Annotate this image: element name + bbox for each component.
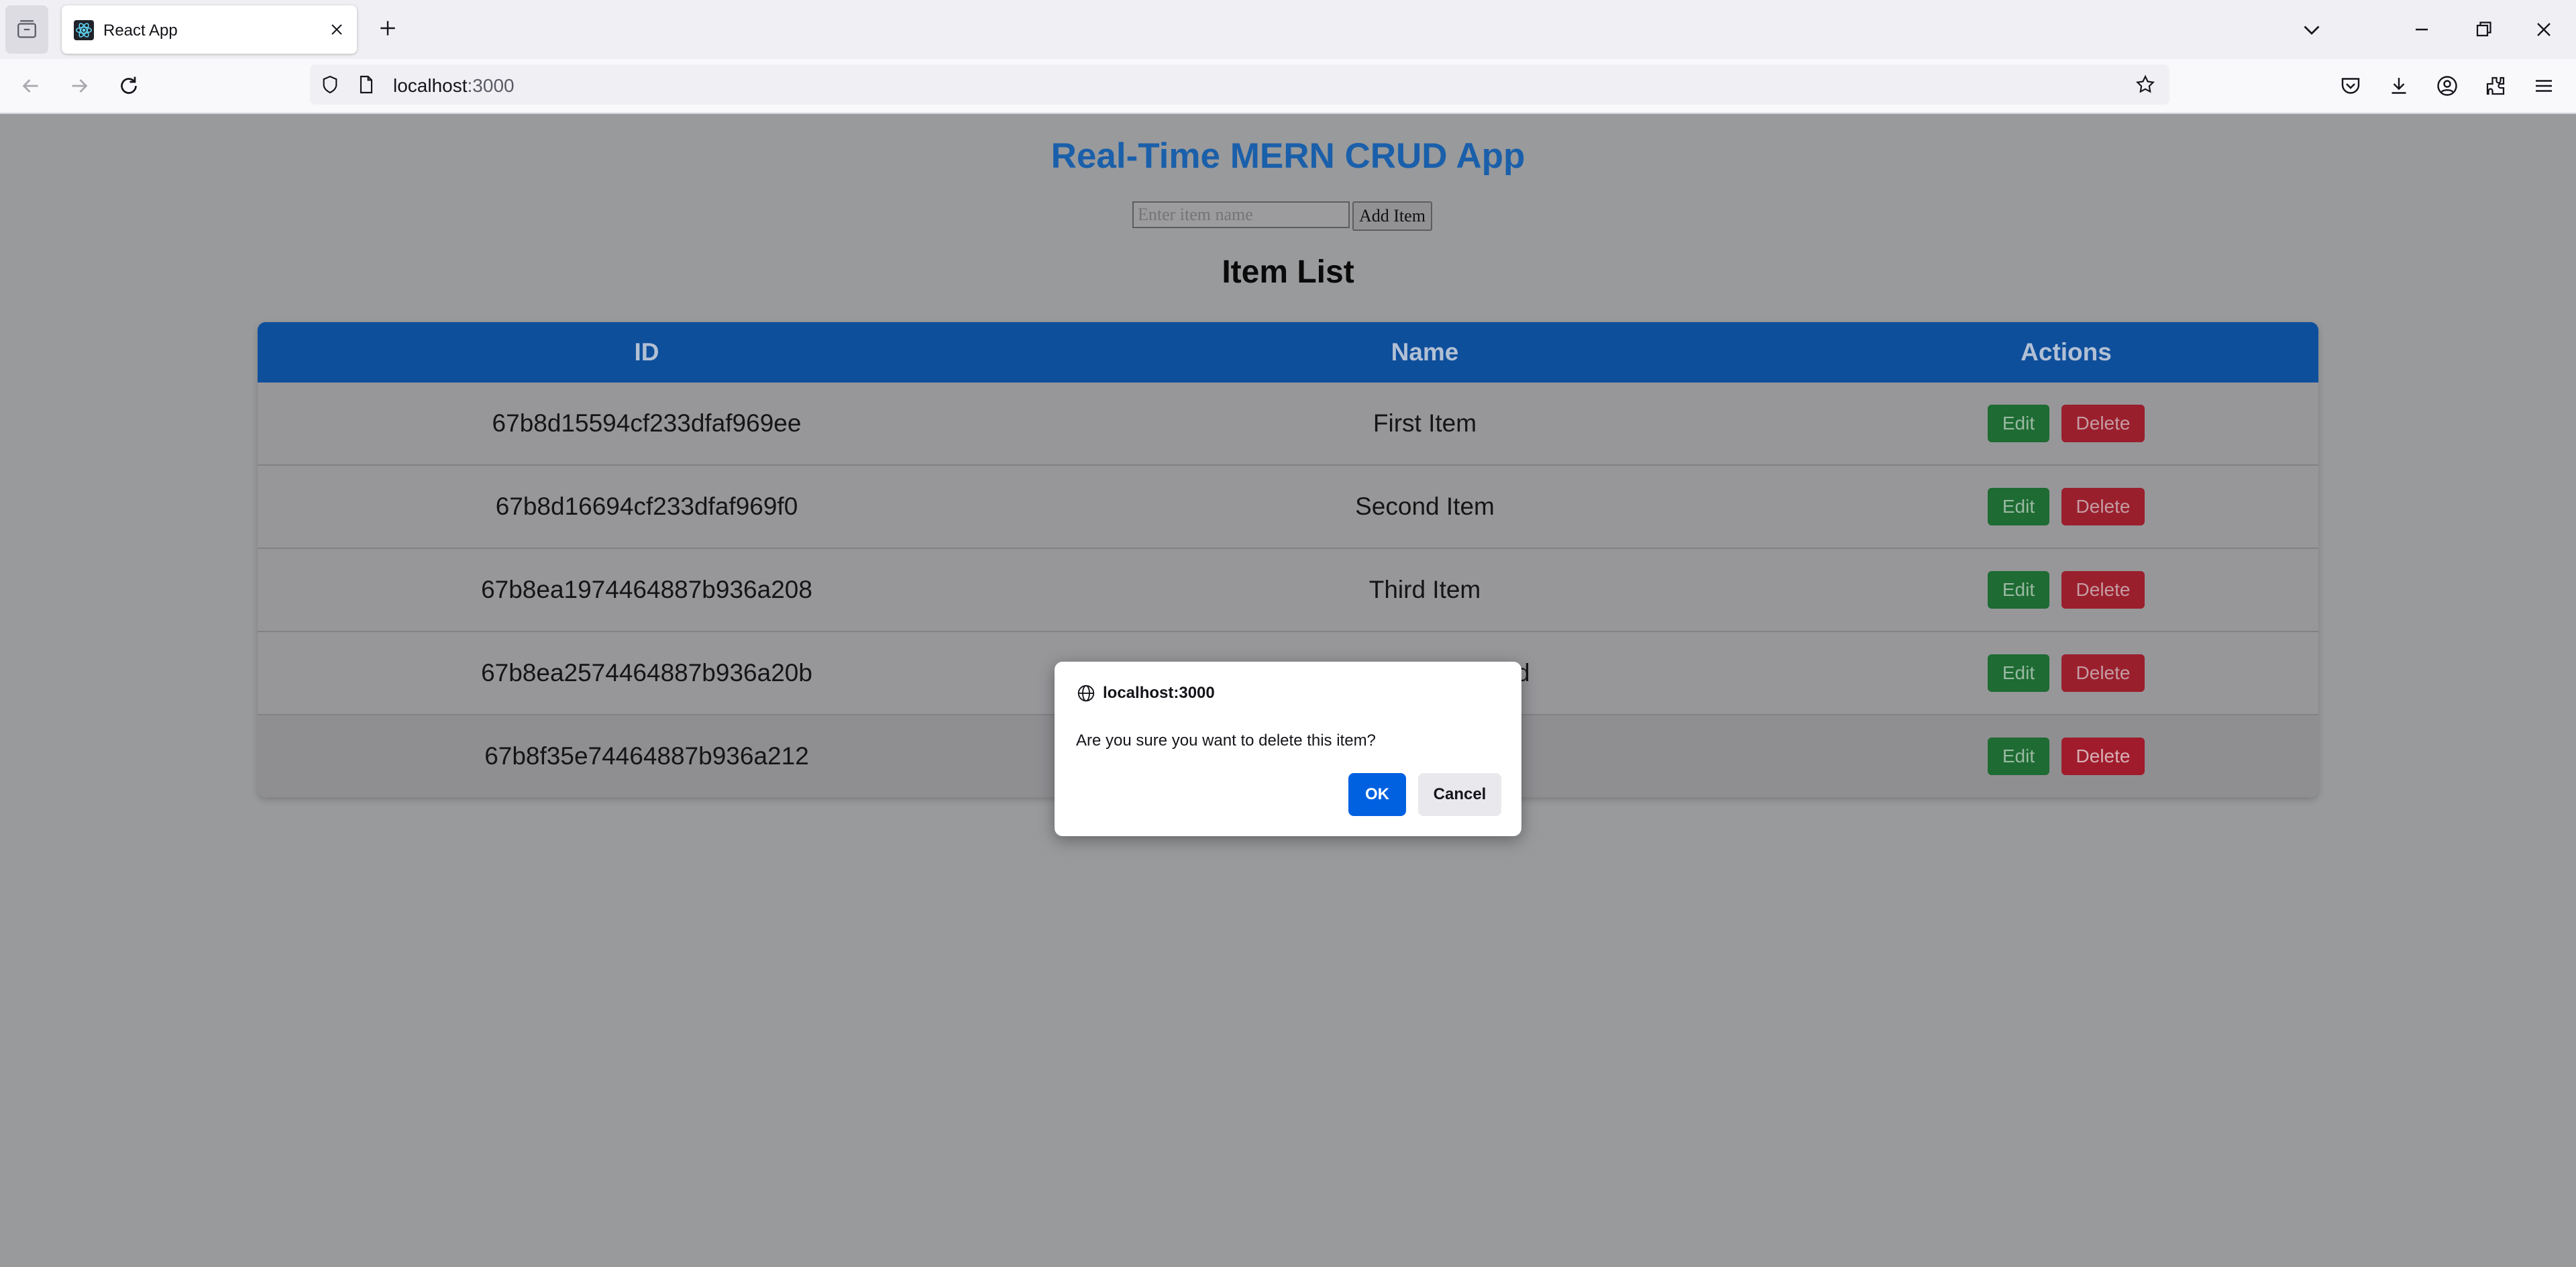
row-id: 67b8d16694cf233dfaf969f0 <box>495 493 798 520</box>
tab-list-icon <box>17 20 36 38</box>
item-list-title: Item List <box>1222 254 1354 290</box>
tab-list-button[interactable] <box>5 5 48 54</box>
browser-tab-bar: React App <box>0 0 2576 59</box>
tab-title: React App <box>103 21 178 40</box>
row-name: Third Item <box>1368 576 1481 603</box>
navigation-toolbar: localhost:3000 <box>0 59 2576 114</box>
app-title: Real-Time MERN CRUD App <box>1051 136 1525 176</box>
bookmark-star-icon[interactable] <box>2135 74 2156 95</box>
edit-button[interactable]: Edit <box>1988 654 2049 692</box>
delete-button[interactable]: Delete <box>2061 738 2145 775</box>
row-id: 67b8ea1974464887b936a208 <box>481 576 812 603</box>
url-text: localhost:3000 <box>393 75 515 97</box>
url-bar[interactable]: localhost:3000 <box>310 64 2169 105</box>
header-name: Name <box>1391 338 1459 366</box>
row-actions: Edit Delete <box>1814 654 2318 692</box>
row-actions: Edit Delete <box>1814 738 2318 775</box>
header-id: ID <box>634 338 659 366</box>
row-id: 67b8d15594cf233dfaf969ee <box>492 409 802 437</box>
close-window-icon[interactable] <box>2532 17 2556 42</box>
cancel-button[interactable]: Cancel <box>1418 773 1501 816</box>
ok-button[interactable]: OK <box>1348 773 1406 816</box>
tab-react-app[interactable]: React App <box>62 5 357 54</box>
delete-button[interactable]: Delete <box>2061 488 2145 525</box>
minimize-icon[interactable] <box>2410 17 2434 42</box>
row-id: 67b8ea2574464887b936a20b <box>481 659 812 687</box>
row-actions: Edit Delete <box>1814 488 2318 525</box>
shield-icon[interactable] <box>319 74 341 95</box>
delete-button[interactable]: Delete <box>2061 405 2145 442</box>
row-name: First Item <box>1373 409 1477 437</box>
row-actions: Edit Delete <box>1814 405 2318 442</box>
edit-button[interactable]: Edit <box>1988 405 2049 442</box>
table-row: 67b8d15594cf233dfaf969ee First Item Edit… <box>258 383 2318 466</box>
item-name-input[interactable] <box>1132 201 1350 228</box>
edit-button[interactable]: Edit <box>1988 571 2049 609</box>
back-arrow-icon[interactable] <box>19 74 43 98</box>
table-header: ID Name Actions <box>258 322 2318 383</box>
edit-button[interactable]: Edit <box>1988 488 2049 525</box>
header-actions: Actions <box>2021 338 2112 366</box>
restore-icon[interactable] <box>2471 17 2496 42</box>
extensions-icon[interactable] <box>2483 74 2508 98</box>
edit-button[interactable]: Edit <box>1988 738 2049 775</box>
dialog-origin: localhost:3000 <box>1103 684 1215 702</box>
globe-icon <box>1077 685 1095 702</box>
list-all-tabs-icon[interactable] <box>2300 17 2324 42</box>
url-host: localhost <box>393 75 468 96</box>
row-id: 67b8f35e74464887b936a212 <box>484 742 809 770</box>
forward-arrow-icon[interactable] <box>67 74 91 98</box>
reload-icon[interactable] <box>117 74 141 98</box>
new-tab-icon[interactable] <box>377 17 398 39</box>
delete-button[interactable]: Delete <box>2061 654 2145 692</box>
react-favicon-icon <box>74 20 94 40</box>
confirm-dialog: localhost:3000 Are you sure you want to … <box>1055 662 1521 836</box>
add-item-button[interactable]: Add Item <box>1352 201 1432 231</box>
delete-button[interactable]: Delete <box>2061 571 2145 609</box>
page-info-icon[interactable] <box>356 74 377 95</box>
downloads-icon[interactable] <box>2387 74 2411 98</box>
account-icon[interactable] <box>2435 74 2459 98</box>
row-actions: Edit Delete <box>1814 571 2318 609</box>
menu-icon[interactable] <box>2532 74 2556 98</box>
close-tab-icon[interactable] <box>329 21 345 38</box>
dialog-message: Are you sure you want to delete this ite… <box>1076 731 1376 750</box>
url-port: :3000 <box>467 75 515 96</box>
add-item-form: Add Item <box>1132 201 1432 231</box>
table-row: 67b8d16694cf233dfaf969f0 Second Item Edi… <box>258 466 2318 549</box>
row-name: Second Item <box>1355 493 1495 520</box>
table-row: 67b8ea1974464887b936a208 Third Item Edit… <box>258 549 2318 632</box>
pocket-icon[interactable] <box>2339 74 2363 98</box>
